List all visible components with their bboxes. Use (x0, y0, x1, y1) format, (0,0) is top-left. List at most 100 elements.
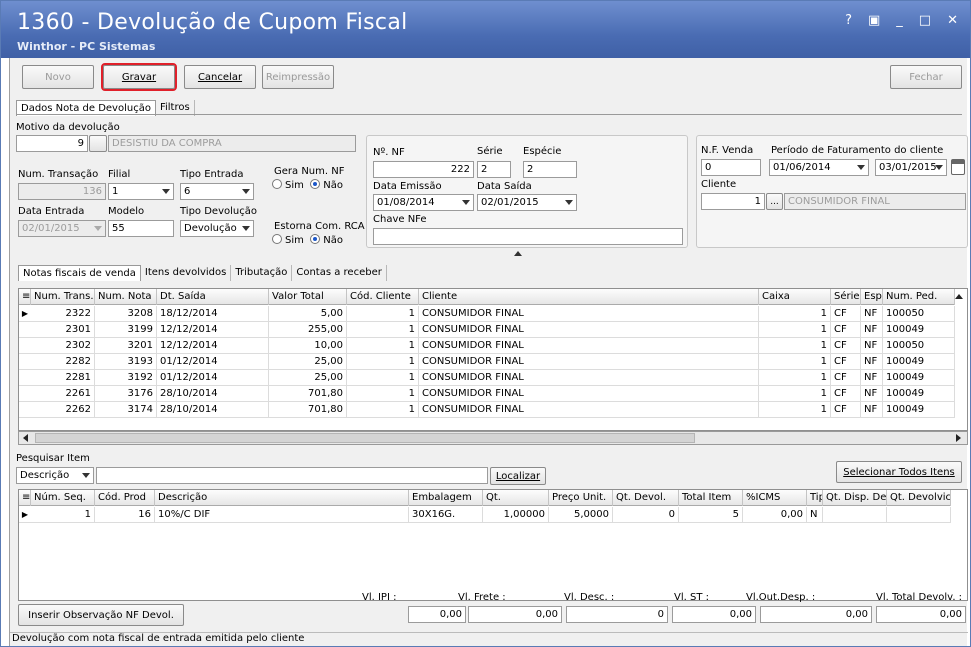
chave-nfe-input[interactable] (373, 228, 683, 245)
horizontal-scrollbar[interactable] (18, 431, 968, 445)
inserir-observacao-button[interactable]: Inserir Observação NF Devol. (18, 604, 184, 626)
table-cell (887, 507, 951, 523)
tipo-devolucao-select[interactable]: Devolução (180, 220, 254, 237)
column-header[interactable]: Valor Total (269, 289, 347, 305)
column-header[interactable]: Qt. Disp. De (823, 490, 887, 506)
table-cell: 1 (347, 402, 419, 418)
column-chooser-icon[interactable]: ≡ (19, 289, 31, 305)
filial-select[interactable]: 1 (108, 183, 174, 200)
column-header[interactable]: Num. Trans. (31, 289, 95, 305)
help-icon[interactable]: ? (845, 13, 852, 28)
motivo-code-input[interactable]: 9 (16, 135, 88, 152)
table-row[interactable]: 2262 3174 28/10/2014 701,80 1 CONSUMIDOR FINA… (19, 402, 955, 418)
table-cell: 1 (347, 338, 419, 354)
column-header[interactable]: Dt. Saída (157, 289, 269, 305)
column-header[interactable]: Preço Unit. (549, 490, 613, 506)
frete-label: Vl. Frete : (458, 592, 506, 603)
column-header[interactable]: Cód. Cliente (347, 289, 419, 305)
data-emissao-input[interactable]: 01/08/2014 (373, 194, 474, 211)
tab-contas-receber[interactable]: Contas a receber (292, 265, 387, 281)
column-header[interactable]: Tip (807, 490, 823, 506)
table-row[interactable]: 2301 3199 12/12/2014 255,00 1 CONSUMIDOR FINA… (19, 322, 955, 338)
data-entrada-field: 02/01/2015 (18, 220, 106, 237)
search-field-select[interactable]: Descrição (16, 467, 94, 484)
cliente-lookup-button[interactable]: ... (766, 193, 783, 210)
calendar-icon-bar (952, 160, 964, 164)
scroll-left-icon[interactable] (23, 434, 28, 442)
column-header[interactable]: Caixa (759, 289, 831, 305)
table-row[interactable]: ▶ 1 16 10%/C DIF 30X16G. 1,00000 5,0000 0 5 0,00 N (19, 507, 951, 523)
table-row[interactable]: 2261 3176 28/10/2014 701,80 1 CONSUMIDOR FINA… (19, 386, 955, 402)
calendar-icon[interactable] (951, 159, 965, 175)
tab-itens-devolvidos[interactable]: Itens devolvidos (141, 265, 232, 281)
minimize-icon[interactable]: _ (896, 13, 903, 28)
filial-label: Filial (108, 169, 131, 180)
notas-grid[interactable]: ≡ Num. Trans. Num. Nota Dt. Saída Valor Tota… (18, 288, 968, 431)
restore-icon[interactable]: ▣ (868, 13, 880, 28)
tab-notas-fiscais[interactable]: Notas fiscais de venda (18, 265, 141, 281)
cancelar-button[interactable]: Cancelar (184, 65, 256, 89)
table-cell: 100050 (883, 338, 955, 354)
column-header[interactable]: Qt. Devol. (613, 490, 679, 506)
column-header[interactable]: Total Item (679, 490, 743, 506)
table-row[interactable]: 2281 3192 01/12/2014 25,00 1 CONSUMIDOR FINAL… (19, 370, 955, 386)
scroll-thumb[interactable] (35, 433, 695, 443)
selecionar-todos-button[interactable]: Selecionar Todos Itens (836, 461, 962, 483)
column-header[interactable]: Num. Nota (95, 289, 157, 305)
column-header[interactable]: Esp (861, 289, 883, 305)
periodo-inicio-input[interactable]: 01/06/2014 (769, 159, 869, 176)
modelo-input[interactable]: 55 (108, 220, 174, 237)
tab-tributacao[interactable]: Tributação (231, 265, 293, 281)
column-chooser-icon[interactable]: ≡ (19, 490, 31, 506)
column-header[interactable]: Qt. Devolvic (887, 490, 951, 506)
table-cell: 1 (347, 386, 419, 402)
title-bar: 1360 - Devolução de Cupom Fiscal Winthor… (1, 1, 970, 58)
gera-nao-radio[interactable]: Não (310, 179, 343, 191)
fechar-button[interactable]: Fechar (890, 65, 962, 89)
table-cell: 701,80 (269, 386, 347, 402)
scroll-up-icon[interactable] (955, 294, 963, 299)
estorna-nao-radio[interactable]: Não (310, 234, 343, 246)
table-row[interactable]: ▶ 2322 3208 18/12/2014 5,00 1 CONSUMIDOR FINAL… (19, 306, 955, 322)
nf-venda-input[interactable]: 0 (701, 159, 761, 176)
cliente-code-input[interactable]: 1 (701, 193, 765, 210)
column-header[interactable]: Embalagem (409, 490, 483, 506)
table-cell: 16 (95, 507, 155, 523)
total-label: Vl. Total Devolv. : (876, 592, 963, 603)
especie-input[interactable]: 2 (523, 161, 577, 178)
maximize-icon[interactable]: □ (919, 13, 931, 28)
table-row[interactable]: 2282 3193 01/12/2014 25,00 1 CONSUMIDOR FINAL… (19, 354, 955, 370)
periodo-fim-input[interactable]: 03/01/2015 (875, 159, 947, 176)
table-row[interactable]: 2302 3201 12/12/2014 10,00 1 CONSUMIDOR FINAL… (19, 338, 955, 354)
column-header[interactable]: Num. Ped. (883, 289, 955, 305)
chevron-down-icon (565, 200, 573, 205)
column-header[interactable]: Descrição (155, 490, 409, 506)
serie-input[interactable]: 2 (477, 161, 511, 178)
table-cell: 3201 (95, 338, 157, 354)
column-header[interactable]: Cliente (419, 289, 759, 305)
close-icon[interactable]: ✕ (947, 13, 958, 28)
reimpressao-button[interactable]: Reimpressão (262, 65, 334, 89)
gera-sim-radio[interactable]: Sim (272, 179, 304, 191)
scroll-right-icon[interactable] (956, 434, 961, 442)
nf-input[interactable]: 222 (373, 161, 474, 178)
novo-button[interactable]: Novo (22, 65, 94, 89)
column-header[interactable]: Qt. (483, 490, 549, 506)
column-header[interactable]: Núm. Seq. (31, 490, 95, 506)
itens-grid[interactable]: ≡ Núm. Seq. Cód. Prod Descrição Embalagem Qt.… (18, 489, 968, 601)
column-header[interactable]: Cód. Prod (95, 490, 155, 506)
estorna-sim-radio[interactable]: Sim (272, 234, 304, 246)
search-input[interactable] (96, 467, 488, 484)
localizar-button[interactable]: Localizar (490, 467, 546, 485)
tipo-entrada-select[interactable]: 6 (180, 183, 254, 200)
data-saida-input[interactable]: 02/01/2015 (477, 194, 577, 211)
row-selector-icon: ▶ (21, 309, 29, 318)
column-header[interactable]: %ICMS (743, 490, 807, 506)
content-area: Novo Gravar Cancelar Reimpressão Fechar … (9, 58, 968, 646)
table-cell: 25,00 (269, 354, 347, 370)
column-header[interactable]: Série (831, 289, 861, 305)
chevron-down-icon (935, 165, 943, 170)
collapse-arrow-icon[interactable] (514, 251, 522, 256)
motivo-lookup-button[interactable] (89, 135, 107, 152)
gravar-button[interactable]: Gravar (101, 63, 177, 91)
